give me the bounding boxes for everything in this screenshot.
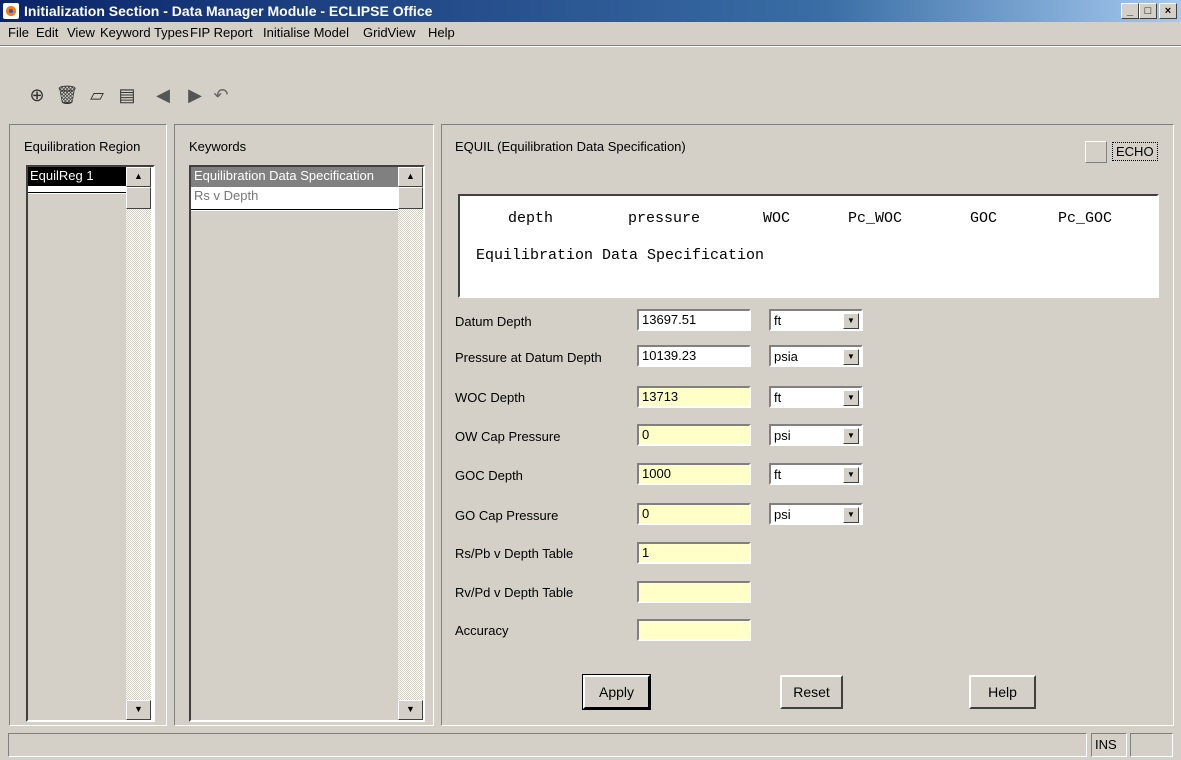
woc-depth-label: WOC Depth: [455, 390, 526, 405]
datum-pressure-input[interactable]: 10139.23: [637, 345, 751, 367]
preview-col-woc: WOC: [763, 210, 791, 227]
list-empty-area: [28, 194, 126, 720]
close-button[interactable]: ×: [1159, 3, 1177, 19]
menu-gridview[interactable]: GridView: [363, 25, 416, 40]
unit-value: psi: [774, 507, 791, 522]
menu-bar: File Edit View Keyword Types FIP Report …: [0, 22, 1181, 44]
rv-pd-table-input[interactable]: [637, 581, 751, 603]
list-item[interactable]: Rs v Depth: [191, 187, 398, 210]
detail-pane: EQUIL (Equilibration Data Specification)…: [441, 124, 1174, 726]
crosshair-icon[interactable]: ⊕: [24, 82, 50, 108]
chevron-down-icon[interactable]: ▼: [843, 428, 859, 444]
preview-col-pressure: pressure: [628, 210, 701, 227]
undo-arrow-icon[interactable]: ↶: [208, 82, 234, 108]
region-scrollbar[interactable]: ▲ ▼: [126, 167, 151, 720]
menu-fip-report[interactable]: FIP Report: [190, 25, 253, 40]
accuracy-input[interactable]: [637, 619, 751, 641]
back-arrow-icon[interactable]: ◀: [150, 82, 176, 108]
region-list: EquilReg 1 ▲ ▼: [26, 165, 155, 722]
help-button[interactable]: Help: [969, 675, 1036, 709]
menu-edit[interactable]: Edit: [36, 25, 58, 40]
accuracy-label: Accuracy: [455, 623, 509, 638]
scroll-down-button[interactable]: ▼: [126, 700, 151, 720]
preview-description: Equilibration Data Specification: [476, 247, 765, 264]
rs-pb-table-label: Rs/Pb v Depth Table: [455, 546, 574, 561]
chevron-down-icon[interactable]: ▼: [843, 313, 859, 329]
keywords-pane: Keywords Equilibration Data Specificatio…: [174, 124, 434, 726]
woc-depth-unit-select[interactable]: ft ▼: [769, 386, 863, 408]
chevron-down-icon[interactable]: ▼: [843, 507, 859, 523]
preview-col-pc-woc: Pc_WOC: [848, 210, 903, 227]
preview-col-depth: depth: [508, 210, 554, 227]
goc-depth-unit-select[interactable]: ft ▼: [769, 463, 863, 485]
menu-help[interactable]: Help: [428, 25, 455, 40]
go-cap-pressure-input[interactable]: 0: [637, 503, 751, 525]
trash-icon[interactable]: 🗑: [54, 82, 80, 108]
title-bar: Initialization Section - Data Manager Mo…: [0, 0, 1181, 22]
preview-col-pc-goc: Pc_GOC: [1058, 210, 1113, 227]
report-icon[interactable]: ▤: [114, 82, 140, 108]
detail-header: EQUIL (Equilibration Data Specification): [455, 139, 686, 154]
preview-col-goc: GOC: [970, 210, 998, 227]
menu-separator: [0, 45, 1181, 47]
scroll-down-button[interactable]: ▼: [398, 700, 423, 720]
app-icon[interactable]: [3, 3, 19, 19]
scroll-up-button[interactable]: ▲: [398, 167, 423, 187]
scroll-thumb[interactable]: [398, 187, 423, 209]
chevron-down-icon[interactable]: ▼: [843, 467, 859, 483]
keywords-header: Keywords: [189, 139, 247, 154]
list-item[interactable]: Equilibration Data Specification: [191, 167, 398, 187]
woc-depth-input[interactable]: 13713: [637, 386, 751, 408]
datum-pressure-label: Pressure at Datum Depth: [455, 350, 602, 365]
list-empty-area: [191, 211, 398, 720]
reset-button[interactable]: Reset: [780, 675, 843, 709]
region-pane: Equilibration Region EquilReg 1 ▲ ▼: [9, 124, 167, 726]
ow-cap-pressure-input[interactable]: 0: [637, 424, 751, 446]
chevron-down-icon[interactable]: ▼: [843, 390, 859, 406]
ow-cap-pressure-label: OW Cap Pressure: [455, 429, 561, 444]
scroll-up-button[interactable]: ▲: [126, 167, 151, 187]
cube-icon[interactable]: ▱: [84, 82, 110, 108]
ow-cap-pressure-unit-select[interactable]: psi ▼: [769, 424, 863, 446]
datum-depth-label: Datum Depth: [455, 314, 532, 329]
datum-depth-unit-select[interactable]: ft ▼: [769, 309, 863, 331]
keywords-scrollbar[interactable]: ▲ ▼: [398, 167, 423, 720]
menu-keyword-types[interactable]: Keyword Types: [100, 25, 189, 40]
status-extra-area: [1130, 733, 1173, 757]
minimize-button[interactable]: _: [1121, 3, 1139, 19]
status-message-area: [8, 733, 1087, 757]
echo-checkbox[interactable]: [1085, 141, 1107, 163]
chevron-down-icon[interactable]: ▼: [843, 349, 859, 365]
insert-mode-indicator: INS: [1091, 733, 1127, 757]
preview-box: depth pressure WOC Pc_WOC GOC Pc_GOC Equ…: [458, 194, 1159, 298]
unit-value: ft: [774, 390, 782, 405]
unit-value: ft: [774, 313, 782, 328]
apply-button[interactable]: Apply: [583, 675, 650, 709]
keywords-list: Equilibration Data Specification Rs v De…: [189, 165, 425, 722]
unit-value: psi: [774, 428, 791, 443]
goc-depth-label: GOC Depth: [455, 468, 523, 483]
menu-view[interactable]: View: [67, 25, 95, 40]
scroll-thumb[interactable]: [126, 187, 151, 209]
region-header: Equilibration Region: [24, 139, 141, 154]
unit-value: psia: [774, 349, 798, 364]
menu-initialise-model[interactable]: Initialise Model: [263, 25, 349, 40]
go-cap-pressure-label: GO Cap Pressure: [455, 508, 559, 523]
window-title: Initialization Section - Data Manager Mo…: [24, 3, 433, 19]
forward-arrow-icon[interactable]: ▶: [182, 82, 208, 108]
list-gap: [28, 186, 126, 193]
go-cap-pressure-unit-select[interactable]: psi ▼: [769, 503, 863, 525]
maximize-button[interactable]: □: [1139, 3, 1157, 19]
datum-depth-input[interactable]: 13697.51: [637, 309, 751, 331]
goc-depth-input[interactable]: 1000: [637, 463, 751, 485]
list-item[interactable]: EquilReg 1: [28, 167, 126, 186]
rs-pb-table-input[interactable]: 1: [637, 542, 751, 564]
datum-pressure-unit-select[interactable]: psia ▼: [769, 345, 863, 367]
rv-pd-table-label: Rv/Pd v Depth Table: [455, 585, 574, 600]
echo-label[interactable]: ECHO: [1112, 142, 1158, 161]
unit-value: ft: [774, 467, 782, 482]
menu-file[interactable]: File: [8, 25, 29, 40]
